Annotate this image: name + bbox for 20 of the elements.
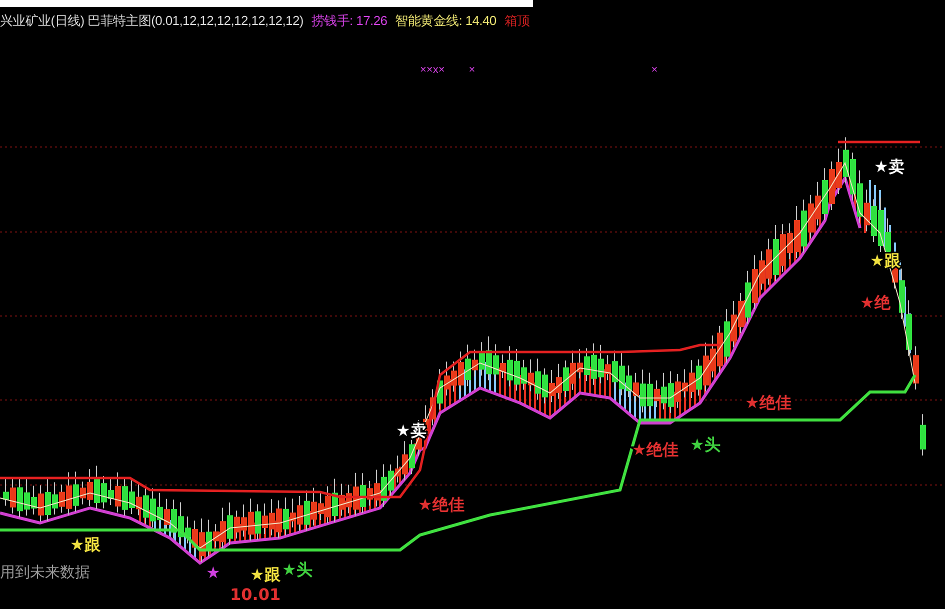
- signal-marker: ×: [651, 63, 658, 78]
- signal-marker: ××x×: [420, 63, 445, 78]
- signal-label: ★: [206, 563, 220, 582]
- indicator-label: 智能黄金线: 14.40: [395, 12, 496, 30]
- signal-label: ★绝: [860, 293, 890, 312]
- signal-label: 10.01: [230, 585, 281, 604]
- signal-label: ★头: [282, 560, 312, 579]
- indicator-label: 箱顶: [504, 12, 530, 30]
- footnote-text: 用到未来数据: [0, 563, 90, 583]
- signal-label: ★跟: [70, 535, 100, 554]
- signal-label: ★绝佳: [745, 393, 792, 412]
- indicator-label: 捞钱手: 17.26: [311, 12, 388, 30]
- signal-marker: ×: [468, 63, 476, 78]
- chart-title: 兴业矿业(日线) 巴菲特主图(0.01,12,12,12,12,12,12,12): [0, 12, 304, 30]
- signal-label: ★跟: [870, 251, 900, 270]
- signal-label: ★卖: [874, 157, 904, 176]
- signal-label: ★头: [690, 435, 720, 454]
- signal-label: ★跟: [250, 565, 280, 584]
- signal-label: ★绝佳: [632, 440, 678, 459]
- signal-label: ★绝佳: [418, 495, 464, 514]
